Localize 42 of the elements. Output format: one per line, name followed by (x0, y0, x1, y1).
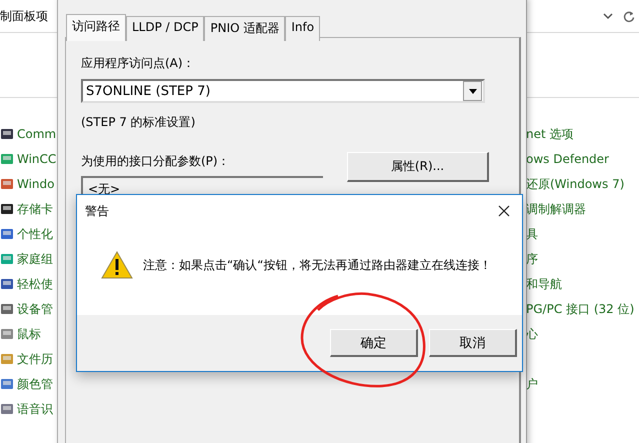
control-panel-link[interactable]: net 选项 (526, 125, 634, 143)
field-label: 应用程序访问点(A)： (81, 55, 196, 72)
warning-icon (101, 251, 133, 279)
control-panel-link[interactable]: 鼠标 (17, 326, 41, 342)
control-panel-link[interactable]: ows Defender (526, 150, 634, 168)
field-label: 为使用的接口分配参数(P)： (81, 153, 231, 170)
control-panel-icon[interactable] (0, 127, 14, 141)
properties-button[interactable]: 属性(R)... (347, 152, 489, 182)
control-panel-link[interactable]: 文件历 (17, 350, 53, 368)
control-panel-link[interactable]: 设备管 (17, 300, 53, 318)
close-icon[interactable] (498, 205, 510, 217)
control-panel-link[interactable]: Windo (17, 177, 54, 191)
control-panel-link[interactable]: WinCC (17, 152, 56, 166)
cancel-button[interactable]: 取消 (429, 329, 517, 357)
control-panel-link[interactable]: 语音识 (17, 400, 53, 418)
warning-message: 注意：如果点击“确认“按钮，将无法再通过路由器建立在线连接！ (143, 256, 492, 274)
control-panel-link[interactable]: 颜色管 (17, 376, 53, 392)
chevron-down-icon[interactable] (603, 12, 613, 20)
control-panel-link[interactable]: 还原(Windows 7) (526, 175, 634, 193)
control-panel-link[interactable]: 个性化 (17, 226, 53, 242)
control-panel-icon[interactable] (0, 202, 14, 216)
control-panel-link[interactable]: 户 (526, 375, 634, 393)
ok-button[interactable]: 确定 (330, 329, 418, 357)
refresh-icon[interactable] (623, 10, 635, 22)
control-panel-icon[interactable] (0, 277, 14, 291)
control-panel-link[interactable]: 家庭组 (17, 250, 53, 268)
control-panel-link[interactable]: 和导航 (526, 275, 634, 293)
control-panel-link[interactable]: 具 (526, 225, 634, 243)
control-panel-link[interactable]: 存储卡 (17, 200, 53, 218)
control-panel-link[interactable]: PG/PC 接口 (32 位) (526, 300, 634, 318)
note-text: (STEP 7 的标准设置) (81, 114, 196, 131)
control-panel-link[interactable]: 轻松使 (17, 276, 53, 292)
tab[interactable]: PNIO 适配器 (204, 16, 286, 41)
access-point-dropdown[interactable]: S7ONLINE (STEP 7) (81, 79, 485, 103)
tab[interactable]: Info (285, 16, 320, 41)
tab[interactable]: 访问路径 (66, 14, 126, 41)
dropdown-arrow-icon[interactable] (468, 88, 476, 94)
control-panel-link[interactable]: 调制解调器 (526, 200, 634, 218)
control-panel-link[interactable]: Comm (17, 127, 56, 141)
control-panel-link[interactable]: 序 (526, 250, 634, 268)
breadcrumb-text[interactable]: 制面板项 (0, 8, 48, 24)
tab[interactable]: LLDP / DCP (126, 16, 204, 41)
